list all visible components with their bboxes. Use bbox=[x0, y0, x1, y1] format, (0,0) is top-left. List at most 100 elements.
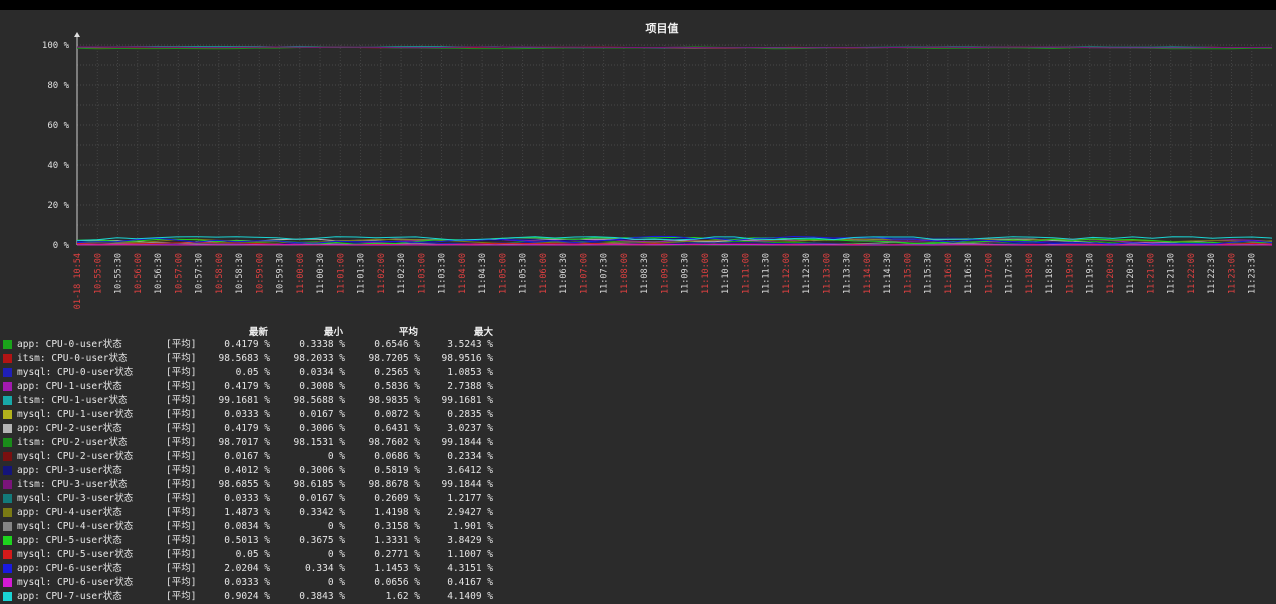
legend-swatch bbox=[3, 536, 12, 545]
legend-min-value: 0.0167 % bbox=[299, 409, 345, 420]
legend-row: mysql: CPU-2-user状态 [平均] 0.0167 % 0 % 0.2334… bbox=[3, 450, 523, 464]
legend-series-name: itsm: CPU-1-user状态 bbox=[17, 395, 128, 406]
legend-avg-value: 1.62 % bbox=[385, 591, 420, 602]
legend-avg-value: 0.2771 % bbox=[374, 549, 420, 560]
x-tick-label: 11:18:00 bbox=[1025, 253, 1035, 294]
x-tick-label: 10:56:30 bbox=[154, 253, 164, 294]
legend-last-value: 0.5013 % bbox=[224, 535, 270, 546]
legend-row: app: CPU-0-user状态 [平均] 0.4179 % 0.3338 % 3.5… bbox=[3, 338, 523, 352]
legend-function: [平均] bbox=[166, 339, 197, 350]
x-tick-label: 11:09:30 bbox=[681, 253, 691, 294]
legend-max-value: 3.5243 % bbox=[447, 339, 493, 350]
x-tick-label: 11:22:00 bbox=[1187, 253, 1197, 294]
legend-series-name: itsm: CPU-2-user状态 bbox=[17, 437, 128, 448]
legend-min-value: 98.5688 % bbox=[293, 395, 345, 406]
legend-last-value: 0.0333 % bbox=[224, 493, 270, 504]
legend-min-value: 0.3006 % bbox=[299, 465, 345, 476]
legend-function: [平均] bbox=[166, 409, 197, 420]
y-tick-label: 40 % bbox=[47, 161, 69, 171]
x-tick-label: 11:15:00 bbox=[903, 253, 913, 294]
x-tick-label: 11:09:00 bbox=[660, 253, 670, 294]
x-tick-label: 10:58:00 bbox=[215, 253, 225, 294]
legend-avg-value: 0.0656 % bbox=[374, 577, 420, 588]
legend-header: 最新 最小 平均 最大 bbox=[3, 326, 523, 338]
legend-last-value: 0.4012 % bbox=[224, 465, 270, 476]
legend-avg-value: 0.6546 % bbox=[374, 339, 420, 350]
legend-swatch bbox=[3, 480, 12, 489]
legend-series-name: mysql: CPU-2-user状态 bbox=[17, 451, 134, 462]
legend-last-value: 98.5683 % bbox=[218, 353, 270, 364]
legend-last-value: 0.0834 % bbox=[224, 521, 270, 532]
legend-row: app: CPU-6-user状态 [平均] 2.0204 % 0.334 % 4.31… bbox=[3, 562, 523, 576]
legend-min-value: 98.1531 % bbox=[293, 437, 345, 448]
legend-avg-value: 0.0872 % bbox=[374, 409, 420, 420]
x-tick-label: 11:01:00 bbox=[336, 253, 346, 294]
y-tick-label: 80 % bbox=[47, 81, 69, 91]
x-tick-label: 11:12:00 bbox=[782, 253, 792, 294]
y-tick-label: 100 % bbox=[42, 41, 70, 51]
legend-avg-value: 0.2609 % bbox=[374, 493, 420, 504]
legend-swatch bbox=[3, 452, 12, 461]
legend-avg-value: 1.4198 % bbox=[374, 507, 420, 518]
legend-min-value: 0.0334 % bbox=[299, 367, 345, 378]
x-tick-label: 11:17:00 bbox=[984, 253, 994, 294]
legend-min-value: 0.3338 % bbox=[299, 339, 345, 350]
legend-max-value: 4.1409 % bbox=[447, 591, 493, 602]
legend-swatch bbox=[3, 564, 12, 573]
legend-function: [平均] bbox=[166, 395, 197, 406]
legend-row: app: CPU-1-user状态 [平均] 0.4179 % 0.3008 % 2.7… bbox=[3, 380, 523, 394]
x-tick-label: 10:57:00 bbox=[174, 253, 184, 294]
legend-swatch bbox=[3, 550, 12, 559]
x-tick-label: 10:55:30 bbox=[114, 253, 124, 294]
x-tick-label: 11:02:00 bbox=[377, 253, 387, 294]
legend-swatch bbox=[3, 438, 12, 447]
x-tick-label: 11:07:30 bbox=[600, 253, 610, 294]
x-tick-label: 11:21:00 bbox=[1146, 253, 1156, 294]
legend-rows: app: CPU-0-user状态 [平均] 0.4179 % 0.3338 % 3.5… bbox=[3, 338, 523, 604]
legend-max-value: 3.8429 % bbox=[447, 535, 493, 546]
y-axis-arrow bbox=[74, 32, 80, 37]
legend-avg-value: 98.7602 % bbox=[368, 437, 420, 448]
legend-swatch bbox=[3, 508, 12, 517]
legend-row: itsm: CPU-2-user状态 [平均] 98.7017 % 98.1531 %… bbox=[3, 436, 523, 450]
x-tick-label: 11:08:00 bbox=[620, 253, 630, 294]
x-tick-label: 11:16:30 bbox=[964, 253, 974, 294]
x-tick-label: 11:01:30 bbox=[357, 253, 367, 294]
x-tick-label: 10:58:30 bbox=[235, 253, 245, 294]
legend-max-value: 1.901 % bbox=[452, 521, 493, 532]
legend-min-value: 0 % bbox=[327, 577, 345, 588]
legend-series-name: app: CPU-6-user状态 bbox=[17, 563, 122, 574]
legend-row: itsm: CPU-1-user状态 [平均] 99.1681 % 98.5688 %… bbox=[3, 394, 523, 408]
legend-avg-value: 1.1453 % bbox=[374, 563, 420, 574]
legend-swatch bbox=[3, 396, 12, 405]
legend-series-name: mysql: CPU-6-user状态 bbox=[17, 577, 134, 588]
x-tick-label: 11:07:00 bbox=[579, 253, 589, 294]
legend-avg-value: 0.5836 % bbox=[374, 381, 420, 392]
legend-avg-value: 0.5819 % bbox=[374, 465, 420, 476]
legend-min-value: 0 % bbox=[327, 549, 345, 560]
legend-last-value: 0.0167 % bbox=[224, 451, 270, 462]
legend-row: mysql: CPU-0-user状态 [平均] 0.05 % 0.0334 % 1.0… bbox=[3, 366, 523, 380]
legend-last-value: 0.0333 % bbox=[224, 409, 270, 420]
legend-swatch bbox=[3, 382, 12, 391]
legend-avg-value: 1.3331 % bbox=[374, 535, 420, 546]
legend-avg-value: 0.2565 % bbox=[374, 367, 420, 378]
legend-series-name: app: CPU-5-user状态 bbox=[17, 535, 122, 546]
legend-last-value: 0.4179 % bbox=[224, 381, 270, 392]
legend-function: [平均] bbox=[166, 591, 197, 602]
legend-swatch bbox=[3, 340, 12, 349]
x-tick-label: 11:19:30 bbox=[1086, 253, 1096, 294]
x-tick-label: 11:18:30 bbox=[1045, 253, 1055, 294]
x-tick-label: 11:14:00 bbox=[863, 253, 873, 294]
legend-swatch bbox=[3, 592, 12, 601]
legend-row: app: CPU-5-user状态 [平均] 0.5013 % 0.3675 % 3.8… bbox=[3, 534, 523, 548]
legend-last-value: 99.1681 % bbox=[218, 395, 270, 406]
legend-min-value: 0 % bbox=[327, 521, 345, 532]
legend-row: itsm: CPU-3-user状态 [平均] 98.6855 % 98.6185 %… bbox=[3, 478, 523, 492]
legend-row: app: CPU-4-user状态 [平均] 1.4873 % 0.3342 % 2.9… bbox=[3, 506, 523, 520]
x-tick-label: 11:20:30 bbox=[1126, 253, 1136, 294]
legend-series-name: mysql: CPU-3-user状态 bbox=[17, 493, 134, 504]
x-tick-label: 11:12:30 bbox=[802, 253, 812, 294]
legend-function: [平均] bbox=[166, 549, 197, 560]
x-tick-label: 10:55:00 bbox=[93, 253, 103, 294]
